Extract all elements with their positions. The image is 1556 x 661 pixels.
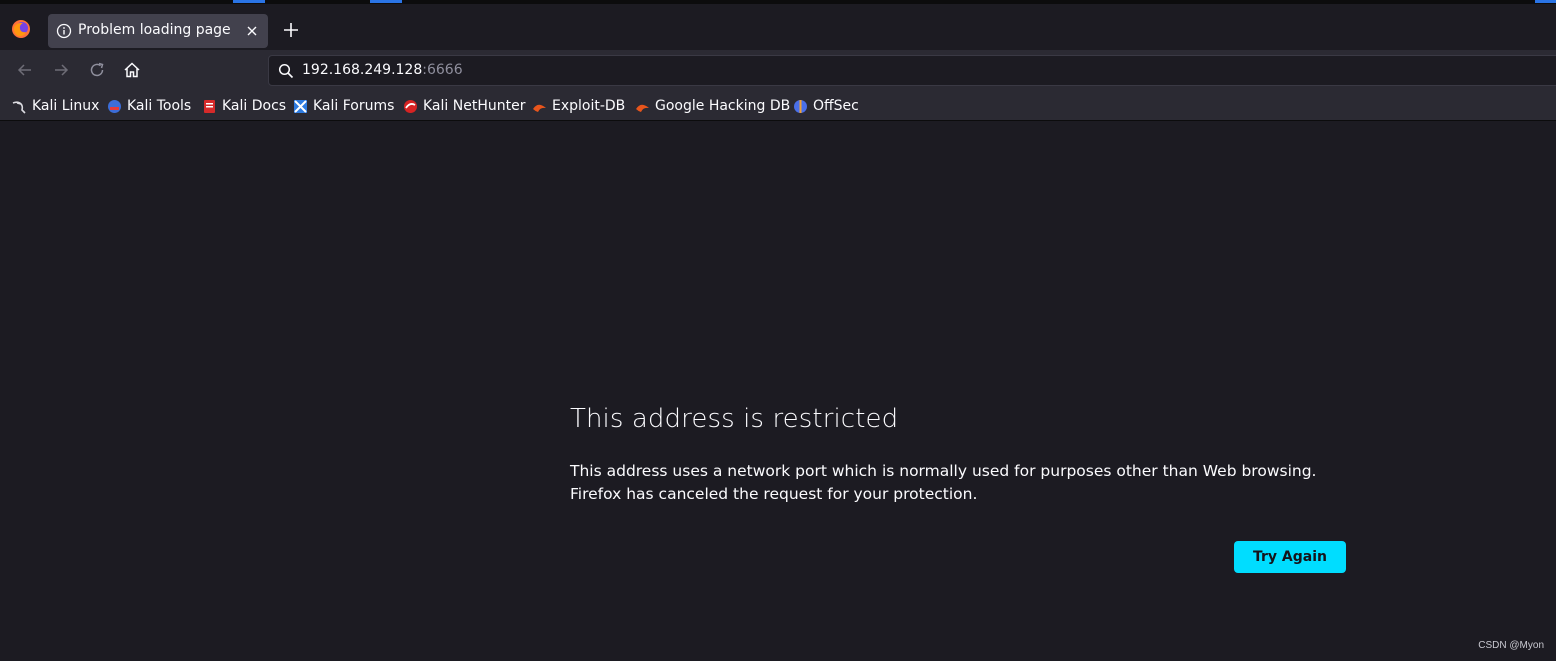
kali-forums-icon: [294, 99, 307, 113]
error-line-1: This address uses a network port which i…: [570, 462, 1317, 480]
desktop-indicator: [233, 0, 265, 3]
kali-docs-icon: [204, 99, 215, 113]
navigation-toolbar: 192.168.249.128:6666: [0, 50, 1556, 90]
firefox-menu-icon[interactable]: [11, 19, 31, 39]
tab-bar: Problem loading page: [0, 4, 1556, 50]
bookmark-offsec[interactable]: OffSec: [793, 97, 859, 115]
bookmark-kali-docs[interactable]: Kali Docs: [202, 97, 286, 115]
ghdb-icon: [636, 104, 649, 112]
watermark: CSDN @Myon⁠: [1478, 640, 1544, 651]
error-page: This address is restricted This address …: [0, 121, 1556, 661]
bookmark-google-hacking-db[interactable]: Google Hacking DB: [635, 97, 790, 115]
forward-icon[interactable]: [51, 60, 71, 80]
back-icon[interactable]: [15, 60, 35, 80]
nethunter-icon: [404, 99, 417, 113]
bookmark-kali-nethunter[interactable]: Kali NetHunter: [403, 97, 525, 115]
exploit-db-icon: [533, 104, 546, 112]
info-icon: [56, 23, 72, 39]
new-tab-icon[interactable]: [280, 19, 302, 41]
bookmark-label: Kali Forums: [313, 98, 395, 114]
bookmark-exploit-db[interactable]: Exploit-DB: [532, 97, 625, 115]
kali-tools-icon: [108, 99, 121, 113]
desktop-indicator: [370, 0, 402, 3]
error-description: This address uses a network port which i…: [570, 460, 1330, 506]
error-line-2: Firefox has canceled the request for you…: [570, 485, 978, 503]
bookmark-label: Kali Docs: [222, 98, 287, 114]
bookmark-label: OffSec: [813, 98, 859, 114]
home-icon[interactable]: [122, 60, 142, 80]
bookmark-kali-linux[interactable]: Kali Linux: [12, 97, 99, 115]
bookmark-label: Exploit-DB: [552, 98, 626, 114]
url-text: 192.168.249.128:6666: [302, 62, 463, 78]
try-again-button[interactable]: Try Again: [1234, 541, 1346, 573]
bookmarks-toolbar: Kali Linux Kali Tools Kali Docs Kali For…: [0, 90, 1556, 121]
address-bar[interactable]: 192.168.249.128:6666: [268, 55, 1556, 86]
bookmark-label: Kali NetHunter: [423, 98, 526, 114]
url-port: :6666: [422, 62, 463, 78]
error-title: This address is restricted: [570, 404, 899, 434]
kali-dragon-icon: [12, 100, 26, 114]
bookmark-kali-tools[interactable]: Kali Tools: [107, 97, 191, 115]
url-host: 192.168.249.128: [302, 62, 423, 78]
bookmark-kali-forums[interactable]: Kali Forums: [293, 97, 394, 115]
close-tab-icon[interactable]: [244, 23, 260, 39]
tab-active[interactable]: Problem loading page: [48, 14, 268, 48]
bookmark-label: Google Hacking DB: [655, 98, 791, 114]
offsec-icon: [794, 99, 807, 113]
desktop-indicator: [1535, 0, 1556, 3]
tab-title: Problem loading page: [78, 22, 231, 38]
search-icon: [278, 63, 294, 79]
reload-icon[interactable]: [87, 60, 107, 80]
bookmark-label: Kali Linux: [32, 98, 100, 114]
bookmark-label: Kali Tools: [127, 98, 192, 114]
